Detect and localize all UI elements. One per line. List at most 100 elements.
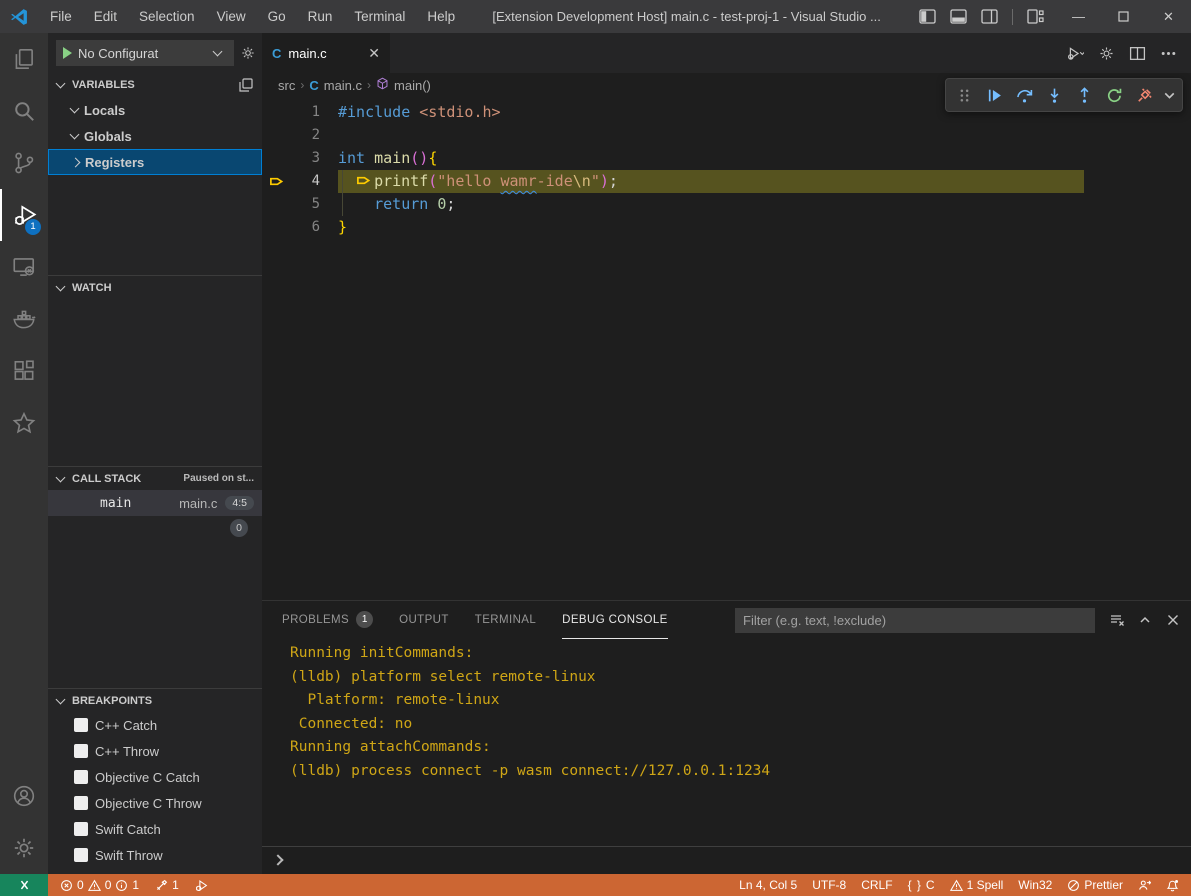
collapse-all-icon[interactable] xyxy=(238,77,254,93)
breadcrumb-symbol[interactable]: main() xyxy=(394,78,431,93)
debug-status[interactable] xyxy=(189,874,214,896)
tab-main-c[interactable]: C main.c ✕ xyxy=(262,33,390,73)
execution-pointer-icon[interactable] xyxy=(262,170,290,193)
tools-status[interactable]: 1 xyxy=(149,874,185,896)
variables-section-header[interactable]: VARIABLES xyxy=(48,73,262,97)
breakpoint-checkbox[interactable] xyxy=(74,770,88,784)
console-filter-input[interactable] xyxy=(735,608,1095,633)
breakpoint-checkbox[interactable] xyxy=(74,718,88,732)
step-out-icon[interactable] xyxy=(1070,81,1098,109)
toggle-panel-icon[interactable] xyxy=(950,9,967,24)
cursor-position[interactable]: Ln 4, Col 5 xyxy=(733,874,803,896)
breakpoint-checkbox[interactable] xyxy=(74,744,88,758)
restart-icon[interactable] xyxy=(1100,81,1128,109)
glyph-margin[interactable] xyxy=(262,147,290,170)
menu-item[interactable]: Run xyxy=(297,0,344,33)
code-line[interactable]: 2 xyxy=(262,124,1191,147)
remote-explorer-icon[interactable] xyxy=(0,241,48,293)
menu-item[interactable]: Edit xyxy=(83,0,128,33)
breakpoint-row[interactable]: Objective C Catch xyxy=(48,764,262,790)
variables-row[interactable]: Registers xyxy=(48,149,262,175)
breakpoint-checkbox[interactable] xyxy=(74,822,88,836)
extensions-icon[interactable] xyxy=(0,345,48,397)
panel-tab[interactable]: DEBUG CONSOLE xyxy=(562,601,668,639)
search-icon[interactable] xyxy=(0,85,48,137)
breakpoints-section-header[interactable]: BREAKPOINTS xyxy=(48,688,262,712)
glyph-margin[interactable] xyxy=(262,124,290,147)
menu-item[interactable]: File xyxy=(39,0,83,33)
feedback-status[interactable] xyxy=(1132,874,1157,896)
spell-status[interactable]: 1 Spell xyxy=(944,874,1010,896)
more-actions-icon[interactable] xyxy=(1160,45,1177,62)
debug-console-input[interactable] xyxy=(262,846,1191,872)
breakpoint-row[interactable]: Objective C Throw xyxy=(48,790,262,816)
star-icon[interactable] xyxy=(0,397,48,449)
menu-item[interactable]: Selection xyxy=(128,0,206,33)
settings-gear-icon[interactable] xyxy=(0,822,48,874)
notifications-bell[interactable] xyxy=(1160,874,1185,896)
code-line[interactable]: 3int main(){ xyxy=(262,147,1191,170)
language-mode[interactable]: { } C xyxy=(902,874,941,896)
maximize-button[interactable] xyxy=(1101,0,1146,33)
step-over-icon[interactable] xyxy=(1010,81,1038,109)
formatter-status[interactable]: Prettier xyxy=(1061,874,1129,896)
docker-icon[interactable] xyxy=(0,293,48,345)
menu-item[interactable]: View xyxy=(206,0,257,33)
breakpoint-row[interactable]: Swift Catch xyxy=(48,816,262,842)
code-line[interactable]: 5 return 0; xyxy=(262,193,1191,216)
run-debug-icon[interactable] xyxy=(1067,45,1084,62)
code-editor[interactable]: 1#include <stdio.h>23int main(){4 printf… xyxy=(262,97,1191,600)
minimize-button[interactable]: — xyxy=(1056,0,1101,33)
clear-console-icon[interactable] xyxy=(1109,612,1125,628)
chevron-up-icon[interactable] xyxy=(1137,612,1153,628)
close-icon[interactable] xyxy=(1165,612,1181,628)
problems-status[interactable]: 0 0 1 xyxy=(54,874,145,896)
step-into-icon[interactable] xyxy=(1040,81,1068,109)
drag-grip[interactable] xyxy=(950,81,978,109)
code-line[interactable]: 4 printf("hello wamr-ide\n"); xyxy=(262,170,1191,193)
gear-icon[interactable] xyxy=(240,45,256,61)
account-icon[interactable] xyxy=(0,770,48,822)
split-editor-icon[interactable] xyxy=(1129,45,1146,62)
chevron-down-icon[interactable] xyxy=(1160,81,1178,109)
variables-row[interactable]: Globals xyxy=(48,123,262,149)
disconnect-icon[interactable] xyxy=(1130,81,1158,109)
variables-row[interactable]: Locals xyxy=(48,97,262,123)
panel-tab[interactable]: PROBLEMS 1 xyxy=(282,601,373,639)
code-line[interactable]: 6} xyxy=(262,216,1191,239)
breakpoint-row[interactable]: C++ Throw xyxy=(48,738,262,764)
menu-item[interactable]: Terminal xyxy=(343,0,416,33)
explorer-icon[interactable] xyxy=(0,33,48,85)
breadcrumb-folder[interactable]: src xyxy=(278,78,295,93)
breakpoint-row[interactable]: Swift Throw xyxy=(48,842,262,868)
panel-tab[interactable]: OUTPUT xyxy=(399,601,449,639)
eol-status[interactable]: CRLF xyxy=(855,874,898,896)
launch-config-dropdown[interactable]: No Configurat xyxy=(56,40,234,66)
customize-layout-icon[interactable] xyxy=(1027,9,1044,24)
glyph-margin[interactable] xyxy=(262,216,290,239)
menu-item[interactable]: Help xyxy=(416,0,466,33)
breadcrumb-file[interactable]: main.c xyxy=(324,78,362,93)
platform-status[interactable]: Win32 xyxy=(1012,874,1058,896)
close-icon[interactable]: ✕ xyxy=(368,45,380,62)
breakpoint-row[interactable]: C++ Catch xyxy=(48,712,262,738)
call-stack-section-header[interactable]: CALL STACK Paused on st... xyxy=(48,466,262,490)
encoding-status[interactable]: UTF-8 xyxy=(806,874,852,896)
watch-section-header[interactable]: WATCH xyxy=(48,275,262,299)
close-button[interactable]: ✕ xyxy=(1146,0,1191,33)
panel-tab[interactable]: TERMINAL xyxy=(475,601,536,639)
source-control-icon[interactable] xyxy=(0,137,48,189)
stack-frame-row[interactable]: main main.c 4:5 xyxy=(48,490,262,516)
glyph-margin[interactable] xyxy=(262,193,290,216)
breakpoint-checkbox[interactable] xyxy=(74,796,88,810)
toggle-sidebar-icon[interactable] xyxy=(919,9,936,24)
continue-icon[interactable] xyxy=(980,81,1008,109)
run-and-debug-icon[interactable]: 1 xyxy=(0,189,48,241)
start-debug-icon[interactable] xyxy=(63,47,72,59)
breakpoint-checkbox[interactable] xyxy=(74,848,88,862)
toggle-secondary-sidebar-icon[interactable] xyxy=(981,9,998,24)
remote-indicator[interactable] xyxy=(0,874,48,896)
menu-item[interactable]: Go xyxy=(257,0,297,33)
glyph-margin[interactable] xyxy=(262,101,290,124)
gear-icon[interactable] xyxy=(1098,45,1115,62)
